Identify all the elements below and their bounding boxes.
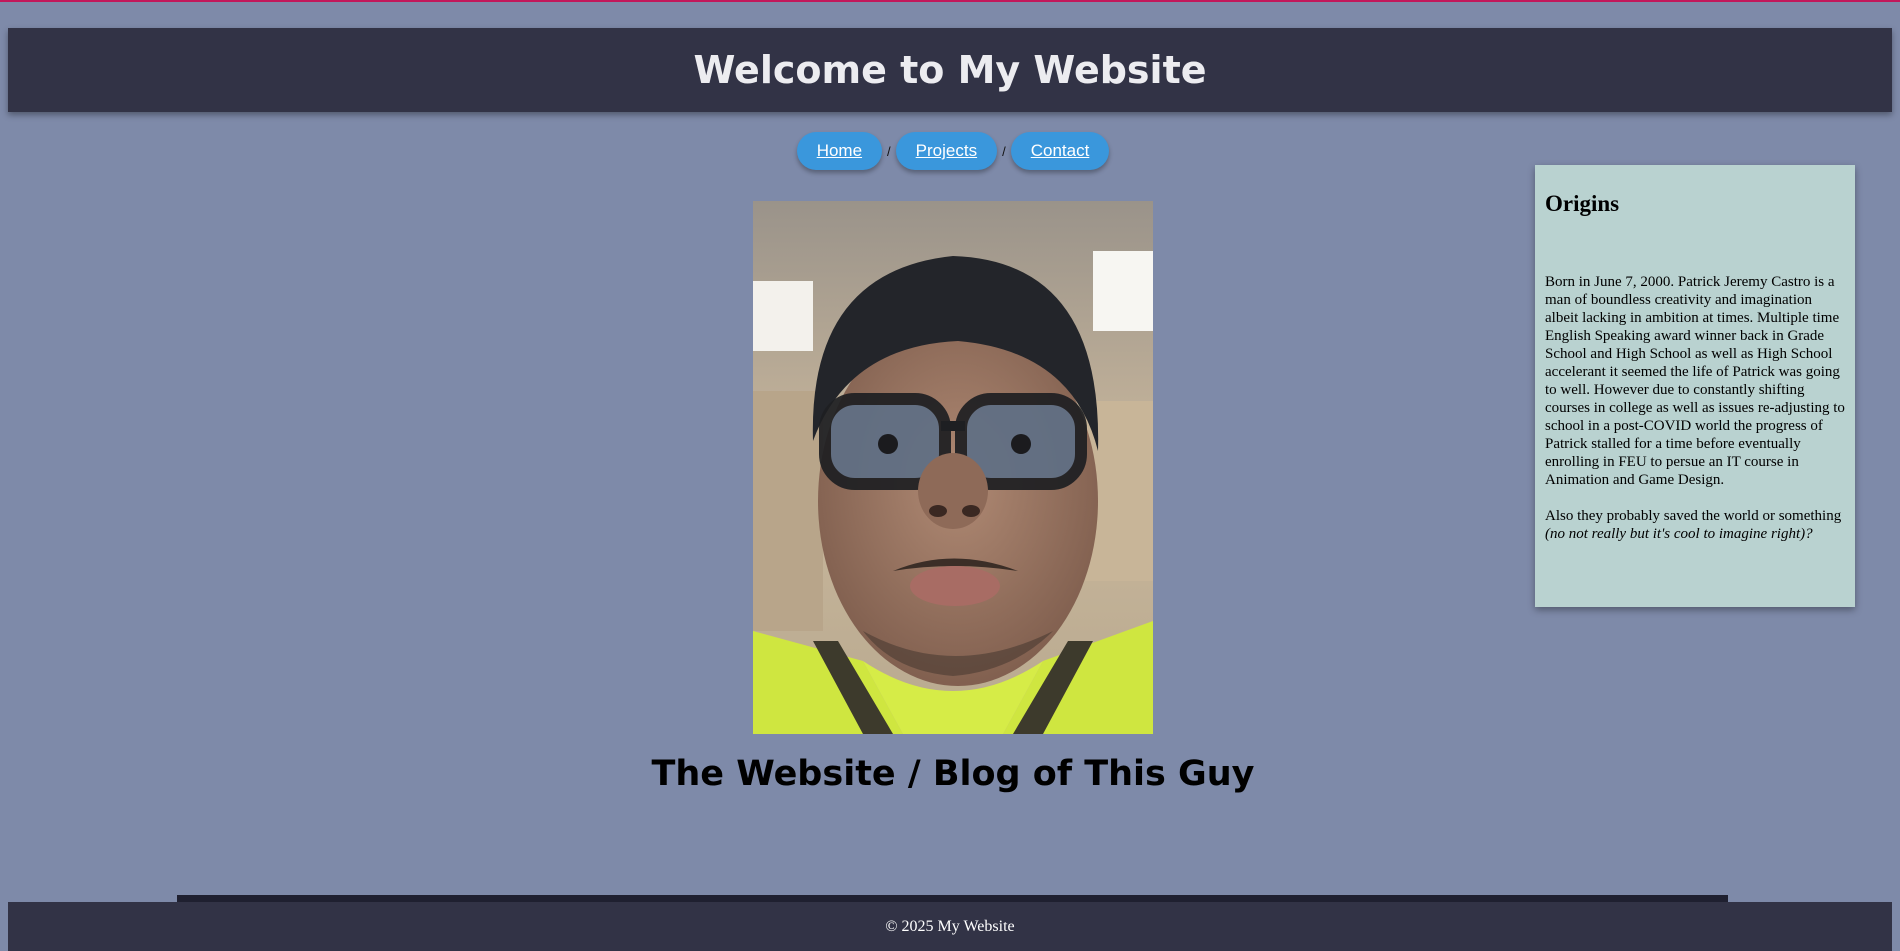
sidebar-aside-text: Also they probably saved the world or so…	[1545, 508, 1842, 524]
nav-contact-link[interactable]: Contact	[1010, 132, 1110, 170]
page-subtitle: The Website / Blog of This Guy	[651, 754, 1255, 794]
sidebar-title: Origins	[1545, 191, 1620, 216]
origins-sidebar: Origins Born in June 7, 2000. Patrick Je…	[1535, 165, 1855, 607]
nav-projects-link[interactable]: Projects	[895, 132, 998, 170]
site-title: Welcome to My Website	[693, 48, 1207, 92]
site-footer: © 2025 My Website	[8, 902, 1892, 951]
nav-separator: /	[1002, 143, 1006, 159]
site-header: Welcome to My Website	[8, 28, 1892, 112]
profile-photo	[753, 201, 1153, 734]
nav-separator: /	[887, 143, 891, 159]
nav-home-link[interactable]: Home	[796, 132, 883, 170]
sidebar-aside-paragraph: Also they probably saved the world or so…	[1545, 507, 1845, 543]
sidebar-aside-italic: (no not really but it's cool to imagine …	[1545, 526, 1813, 542]
footer-copyright: © 2025 My Website	[885, 917, 1015, 935]
sidebar-bio-paragraph: Born in June 7, 2000. Patrick Jeremy Cas…	[1545, 274, 1845, 488]
